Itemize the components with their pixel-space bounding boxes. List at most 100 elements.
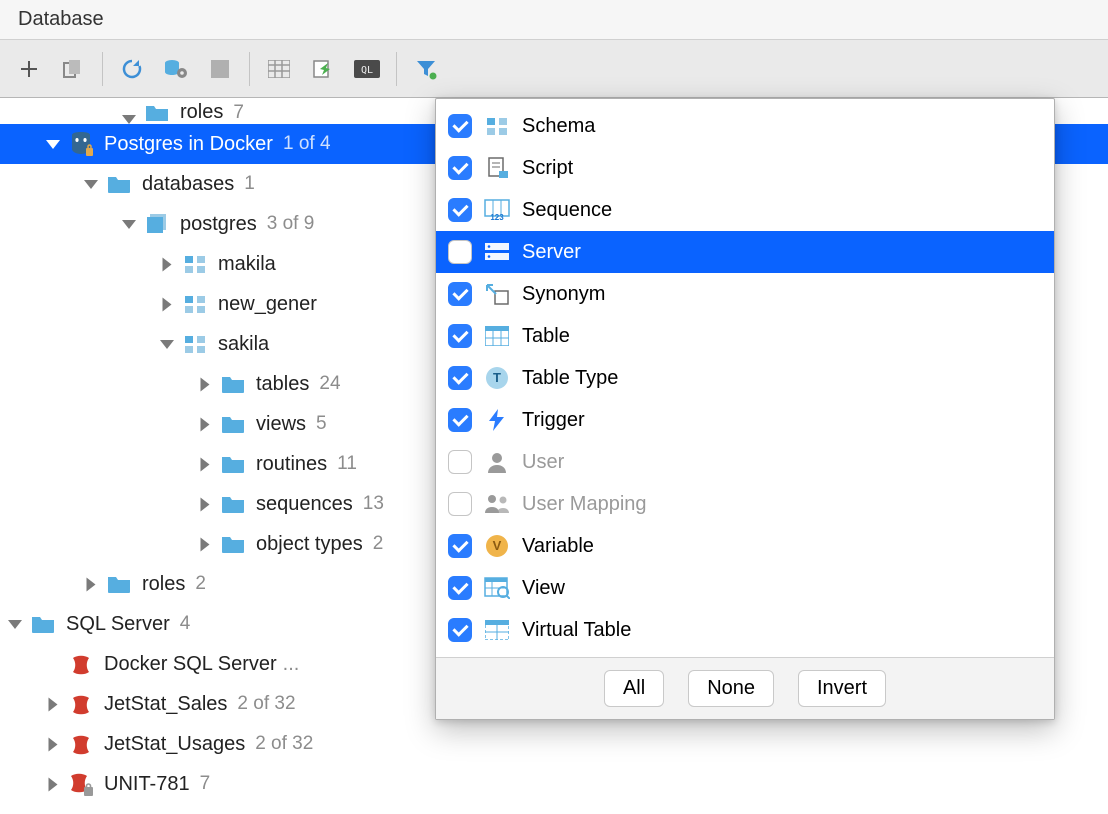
tree-label: roles (142, 573, 185, 596)
table-button[interactable] (260, 50, 298, 88)
expand-caret[interactable] (201, 537, 210, 551)
table-icon (484, 324, 510, 348)
filter-item-table-type[interactable]: TTable Type (436, 357, 1054, 399)
folder-icon (106, 173, 132, 195)
checkbox[interactable] (448, 198, 472, 222)
filter-item-table[interactable]: Table (436, 315, 1054, 357)
tree-count: 2 (373, 533, 384, 555)
expand-caret[interactable] (201, 417, 210, 431)
folder-icon (220, 493, 246, 515)
checkbox[interactable] (448, 240, 472, 264)
user-icon (484, 450, 510, 474)
tree-label: UNIT-781 (104, 773, 190, 796)
toolbar-separator (249, 52, 250, 86)
toolbar-separator (102, 52, 103, 86)
duplicate-button[interactable] (54, 50, 92, 88)
tree-count: 13 (363, 493, 384, 515)
folder-icon (220, 533, 246, 555)
filter-label: User (522, 451, 564, 474)
usermap-icon (484, 492, 510, 516)
folder-icon (220, 453, 246, 475)
mssql-icon (68, 693, 94, 715)
filter-button[interactable] (407, 50, 445, 88)
mssql-icon (68, 653, 94, 675)
folder-icon (106, 573, 132, 595)
filter-item-server[interactable]: Server (436, 231, 1054, 273)
toolbar: QL (0, 40, 1108, 98)
expand-caret[interactable] (201, 457, 210, 471)
filter-item-trigger[interactable]: Trigger (436, 399, 1054, 441)
expand-caret[interactable] (49, 697, 58, 711)
checkbox[interactable] (448, 114, 472, 138)
tree-count: 3 of 9 (267, 213, 315, 235)
filter-label: Virtual Table (522, 619, 631, 642)
expand-caret[interactable] (201, 497, 210, 511)
checkbox[interactable] (448, 282, 472, 306)
expand-caret[interactable] (84, 180, 98, 189)
filter-label: Variable (522, 535, 594, 558)
postgres-icon (68, 133, 94, 155)
tree-count: 4 (180, 613, 191, 635)
checkbox[interactable] (448, 366, 472, 390)
svg-text:123: 123 (490, 213, 504, 221)
tree-label: SQL Server (66, 613, 170, 636)
tree-item-unit-781[interactable]: UNIT-781 7 (0, 764, 1108, 804)
expand-caret[interactable] (49, 737, 58, 751)
checkbox[interactable] (448, 576, 472, 600)
expand-caret[interactable] (122, 220, 136, 229)
tree-item-jetstat_usages[interactable]: JetStat_Usages2 of 32 (0, 724, 1108, 764)
tree-label: views (256, 413, 306, 436)
filter-item-virtual-table[interactable]: Virtual Table (436, 609, 1054, 651)
svg-text:QL: QL (361, 65, 373, 76)
expand-caret[interactable] (49, 777, 58, 791)
filter-item-view[interactable]: View (436, 567, 1054, 609)
filter-all-button[interactable]: All (604, 670, 664, 707)
filter-item-variable[interactable]: V Variable (436, 525, 1054, 567)
toolbar-separator (396, 52, 397, 86)
console-button[interactable]: QL (348, 50, 386, 88)
filter-invert-button[interactable]: Invert (798, 670, 886, 707)
expand-caret[interactable] (163, 257, 172, 271)
expand-caret[interactable] (201, 377, 210, 391)
tree-label: sequences (256, 493, 353, 516)
filter-item-script[interactable]: Script (436, 147, 1054, 189)
schema-icon (182, 333, 208, 355)
filter-item-sequence[interactable]: 123Sequence (436, 189, 1054, 231)
tree-count: 7 (200, 773, 211, 795)
checkbox[interactable] (448, 618, 472, 642)
jump-to-source-button[interactable] (304, 50, 342, 88)
trigger-icon (484, 408, 510, 432)
expand-caret[interactable] (122, 115, 136, 124)
add-button[interactable] (10, 50, 48, 88)
ellipsis: ... (283, 653, 300, 676)
tree-count: 5 (316, 413, 327, 435)
checkbox[interactable] (448, 156, 472, 180)
expand-caret[interactable] (87, 577, 96, 591)
filter-list: SchemaScript123SequenceServer Synonym Tabl… (436, 99, 1054, 657)
filter-label: Trigger (522, 409, 585, 432)
expand-caret[interactable] (46, 140, 60, 149)
tree-label: makila (218, 253, 276, 276)
vtable-icon (484, 618, 510, 642)
datasource-settings-button[interactable] (157, 50, 195, 88)
stop-button[interactable] (201, 50, 239, 88)
checkbox[interactable] (448, 324, 472, 348)
tabletype-icon: T (484, 366, 510, 390)
filter-item-synonym[interactable]: Synonym (436, 273, 1054, 315)
checkbox (448, 450, 472, 474)
tree-label: JetStat_Sales (104, 693, 227, 716)
roles-icon (144, 102, 170, 124)
filter-item-schema[interactable]: Schema (436, 105, 1054, 147)
filter-none-button[interactable]: None (688, 670, 774, 707)
synonym-icon (484, 282, 510, 306)
checkbox (448, 492, 472, 516)
refresh-button[interactable] (113, 50, 151, 88)
checkbox[interactable] (448, 408, 472, 432)
expand-caret[interactable] (160, 340, 174, 349)
expand-caret[interactable] (8, 620, 22, 629)
variable-icon: V (484, 534, 510, 558)
checkbox[interactable] (448, 534, 472, 558)
svg-text:T: T (493, 370, 501, 385)
expand-caret[interactable] (163, 297, 172, 311)
filter-label: Synonym (522, 283, 605, 306)
